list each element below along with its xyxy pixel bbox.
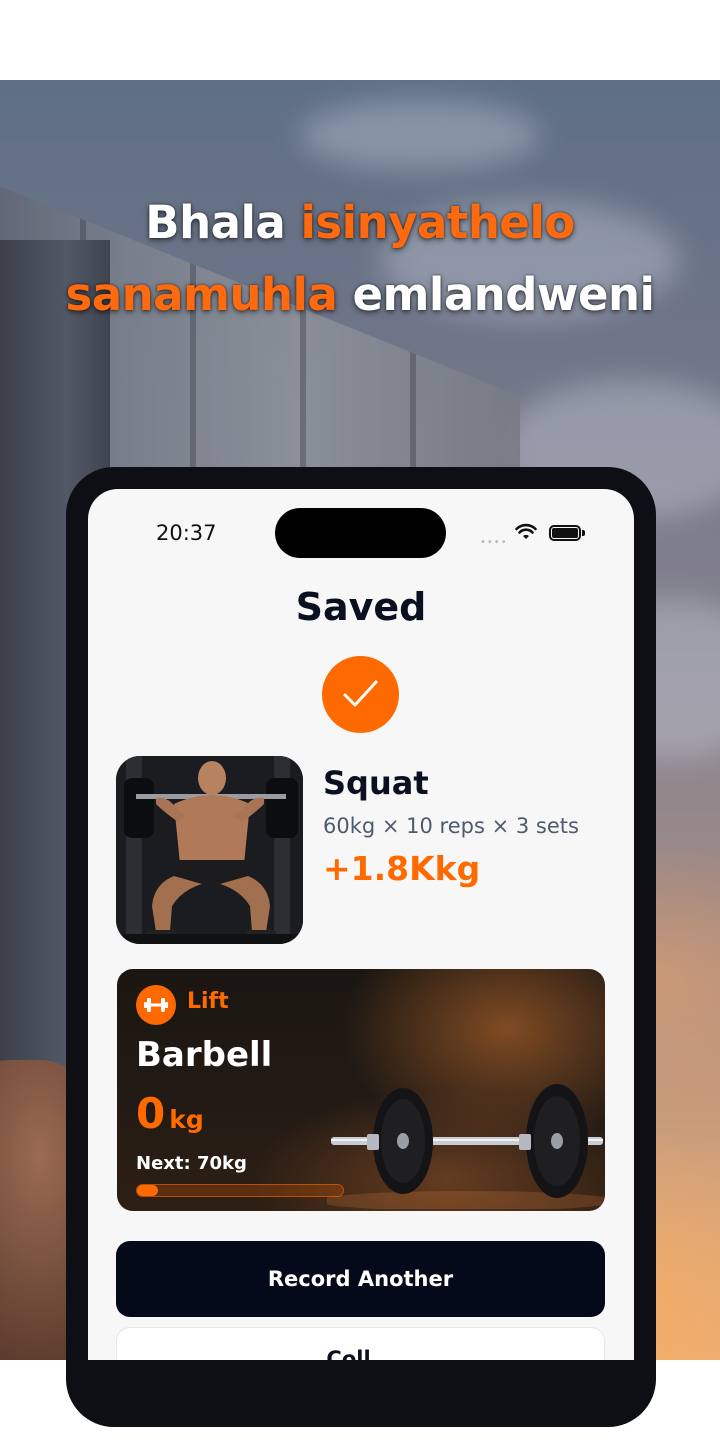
exercise-detail: 60kg × 10 reps × 3 sets	[323, 814, 579, 838]
dumbbell-icon	[136, 985, 176, 1025]
lift-weight-unit: kg	[169, 1105, 204, 1134]
lift-card: Lift Barbell 0 kg Next: 70kg	[117, 969, 605, 1211]
lift-name: Barbell	[136, 1035, 273, 1075]
record-another-button[interactable]: Record Another	[116, 1241, 605, 1317]
wifi-icon	[515, 523, 537, 539]
exercise-gain: +1.8Kkg	[323, 849, 481, 888]
page: Bhala isinyathelo sanamuhla emlandweni 2…	[0, 0, 720, 1440]
lift-weight-value: 0	[136, 1089, 166, 1138]
exercise-photo	[116, 756, 303, 944]
lift-next-goal: Next: 70kg	[136, 1153, 247, 1174]
lift-progress-fill	[137, 1185, 158, 1196]
lift-progress-bar	[136, 1184, 344, 1197]
signal-icon: ••••	[480, 537, 508, 548]
status-time: 20:37	[156, 521, 217, 545]
battery-icon	[549, 525, 585, 541]
secondary-button[interactable]: Coll...	[116, 1327, 605, 1360]
exercise-name: Squat	[323, 764, 429, 802]
page-title: Saved	[295, 585, 427, 629]
lift-tag: Lift	[187, 989, 229, 1014]
headline-line-2: sanamuhla emlandweni	[65, 268, 655, 321]
dynamic-island	[275, 508, 446, 558]
lift-weight: 0 kg	[136, 1089, 204, 1138]
headline-line-1: Bhala isinyathelo	[145, 196, 575, 249]
barbell-image	[327, 1084, 605, 1209]
checkmark-icon	[322, 656, 399, 733]
phone-screen: 20:37 •••• Saved Squat 60kg × 10 reps × …	[88, 489, 634, 1360]
